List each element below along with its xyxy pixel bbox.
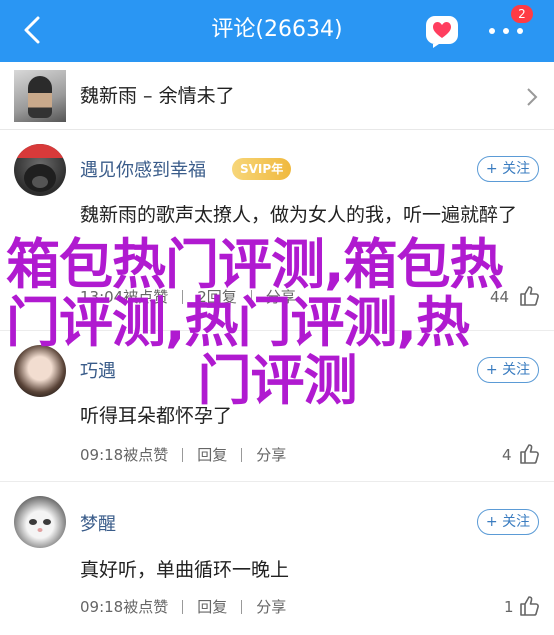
album-cover [14, 70, 66, 122]
reply-button[interactable]: 回复 [197, 598, 227, 616]
watermark-overlay: 箱包热门评测,箱包热 门评测,热门评测,热 门评测 [0, 236, 554, 410]
song-row[interactable]: 魏新雨 – 余情未了 [0, 62, 554, 130]
comment-author[interactable]: 梦醒 [80, 510, 116, 536]
comment-item: 梦醒 + 关注 真好听，单曲循环一晚上 09:18被点赞 回复 分享 1 [0, 482, 554, 635]
comment-time: 09:18被点赞 [80, 446, 169, 464]
comment-text: 魏新雨的歌声太撩人，做为女人的我，听一遍就醉了 [80, 204, 518, 226]
share-button[interactable]: 分享 [256, 598, 286, 616]
notification-badge: 2 [511, 5, 533, 23]
comment-time: 09:18被点赞 [80, 598, 169, 616]
follow-button[interactable]: + 关注 [477, 156, 539, 182]
share-button[interactable]: 分享 [256, 446, 286, 464]
watermark-line: 门评测,热门评测,热 [6, 291, 470, 354]
reply-button[interactable]: 回复 [197, 446, 227, 464]
page-title: 评论(26634) [211, 17, 343, 42]
thumbs-up-icon[interactable] [518, 443, 540, 465]
like-count: 1 [504, 598, 514, 616]
watermark-line: 箱包热门评测,箱包热 [6, 233, 504, 296]
avatar[interactable] [14, 496, 66, 548]
vip-badge: SVIP年 [232, 158, 292, 180]
like-count: 4 [502, 446, 512, 464]
thumbs-up-icon[interactable] [518, 595, 540, 617]
watermark-line: 门评测 [197, 349, 358, 412]
follow-button[interactable]: + 关注 [477, 509, 539, 535]
comment-author[interactable]: 遇见你感到幸福 [80, 156, 206, 182]
avatar-cat-icon [29, 519, 51, 532]
avatar-gorilla-icon [14, 144, 66, 192]
top-bar: 评论(26634) 2 [0, 0, 554, 62]
comment-meta: 09:18被点赞 回复 分享 [80, 444, 286, 466]
avatar[interactable] [14, 144, 66, 196]
chevron-right-icon [527, 88, 538, 106]
comment-text: 真好听，单曲循环一晚上 [80, 559, 290, 581]
heart-chat-icon[interactable] [425, 14, 459, 48]
comment-meta: 09:18被点赞 回复 分享 [80, 596, 286, 618]
song-title: 魏新雨 – 余情未了 [80, 85, 235, 107]
